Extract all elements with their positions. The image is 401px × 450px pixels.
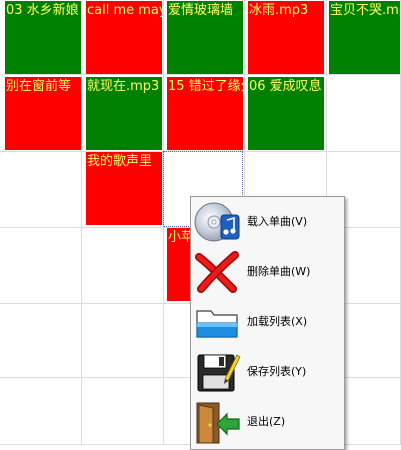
song-tile-label: 宝贝不哭.mp3	[330, 3, 400, 18]
menu-item-label: 退出(Z)	[247, 415, 286, 428]
song-tile-label: 15 错过了缘分	[168, 79, 243, 94]
context-menu: 载入单曲(V) 删除单曲(W) 加载列表(X) 保存列表(Y) 退出(Z)	[190, 196, 345, 450]
song-tile-label: 冰雨.mp3	[249, 3, 309, 18]
song-tile[interactable]: 就现在.mp3	[86, 77, 162, 150]
menu-item-save-list[interactable]: 保存列表(Y)	[191, 347, 344, 397]
song-tile[interactable]: 爱情玻璃墙	[167, 1, 243, 74]
song-tile[interactable]: 06 爱成叹息	[248, 77, 324, 150]
song-tile[interactable]: 宝贝不哭.mp3	[329, 1, 400, 74]
song-tile[interactable]: 03 水乡新娘	[5, 1, 81, 74]
menu-item-label: 保存列表(Y)	[247, 365, 307, 378]
music-cd-icon	[193, 199, 241, 245]
menu-item-delete-song[interactable]: 删除单曲(W)	[191, 247, 344, 297]
red-x-icon	[193, 249, 241, 295]
song-tile-label: 爱情玻璃墙	[168, 3, 234, 18]
song-tile-label: call me maybe	[87, 3, 162, 18]
song-tile-label: 我的歌声里	[87, 154, 153, 169]
song-tile[interactable]: call me maybe	[86, 1, 162, 74]
exit-door-icon	[193, 399, 241, 445]
song-tile-label: 03 水乡新娘	[6, 3, 79, 18]
song-tile-label: 别在窗前等	[6, 79, 72, 94]
menu-item-label: 加载列表(X)	[247, 315, 308, 328]
song-tile-label: 06 爱成叹息	[249, 79, 322, 94]
grid-line	[81, 0, 82, 445]
song-tile[interactable]: 冰雨.mp3	[248, 1, 324, 74]
menu-item-label: 删除单曲(W)	[247, 265, 311, 278]
menu-item-exit[interactable]: 退出(Z)	[191, 397, 344, 447]
song-tile[interactable]: 我的歌声里	[86, 152, 162, 225]
grid-line	[0, 74, 401, 75]
song-tile-label: 就现在.mp3	[87, 79, 160, 94]
menu-item-load-list[interactable]: 加载列表(X)	[191, 297, 344, 347]
song-tile[interactable]: 15 错过了缘分	[167, 77, 243, 150]
menu-item-load-song[interactable]: 载入单曲(V)	[191, 197, 344, 247]
song-tile[interactable]: 别在窗前等	[5, 77, 81, 150]
folder-icon	[193, 299, 241, 345]
floppy-disk-icon	[193, 349, 241, 395]
menu-item-label: 载入单曲(V)	[247, 215, 308, 228]
